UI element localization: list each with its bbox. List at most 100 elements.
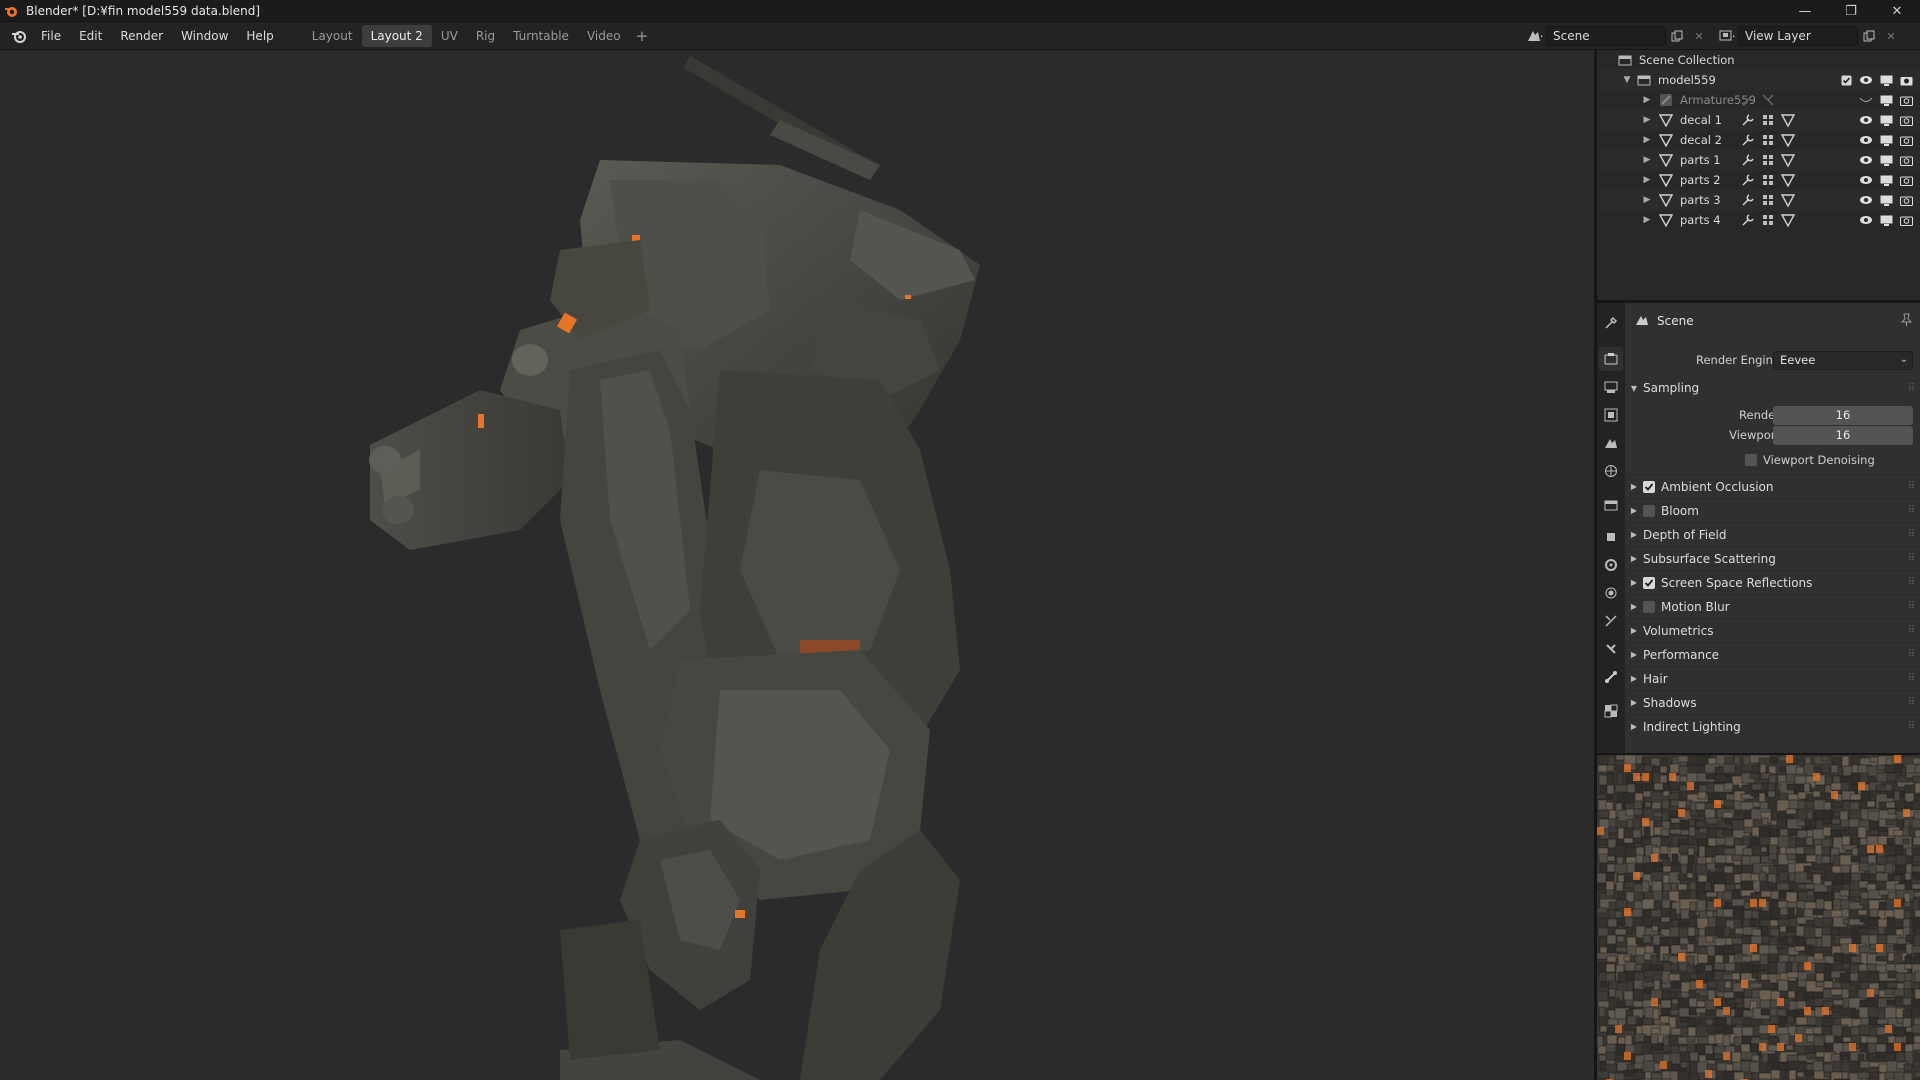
modifier-wrench-icon[interactable] [1739, 212, 1756, 228]
viewport-display-icon[interactable] [1878, 192, 1894, 208]
viewport-display-icon[interactable] [1878, 112, 1894, 128]
drag-grip-icon[interactable]: ⠿ [1908, 383, 1915, 394]
expand-row-icon[interactable]: ▶ [1642, 155, 1652, 165]
render-tab-icon[interactable] [1599, 347, 1623, 371]
outliner-item-row[interactable]: ▶ parts 4 [1597, 210, 1920, 230]
panel-header[interactable]: ▶ Bloom ⠿ [1625, 498, 1920, 522]
panel-enable-checkbox[interactable] [1643, 600, 1655, 613]
scene-collection-row[interactable]: Scene Collection [1597, 50, 1920, 70]
scene-tab-icon[interactable] [1599, 431, 1623, 455]
panel-header[interactable]: ▶ Depth of Field ⠿ [1625, 522, 1920, 546]
sampling-viewport-field[interactable]: 16 [1773, 425, 1913, 445]
drag-grip-icon[interactable]: ⠿ [1908, 529, 1915, 540]
view-layer-icon[interactable] [1716, 26, 1738, 46]
bone-tab-icon[interactable] [1599, 665, 1623, 689]
modifier-wrench-icon[interactable] [1739, 172, 1756, 188]
render-camera-icon[interactable] [1898, 132, 1914, 148]
delete-view-layer-icon[interactable]: ✕ [1880, 26, 1902, 46]
visibility-eye-icon[interactable] [1858, 212, 1874, 228]
visibility-eye-icon[interactable] [1858, 72, 1874, 88]
visibility-eye-icon[interactable] [1858, 132, 1874, 148]
tool-tab-icon[interactable] [1599, 311, 1623, 335]
close-button[interactable]: ✕ [1874, 0, 1920, 22]
menu-help[interactable]: Help [237, 25, 282, 47]
drag-grip-icon[interactable]: ⠿ [1908, 553, 1915, 564]
tab-video[interactable]: Video [578, 25, 630, 47]
render-camera-icon[interactable] [1898, 152, 1914, 168]
drag-grip-icon[interactable]: ⠿ [1908, 721, 1915, 732]
expand-row-icon[interactable]: ▶ [1642, 115, 1652, 125]
panel-enable-checkbox[interactable] [1643, 504, 1655, 517]
expand-row-icon[interactable]: ▶ [1642, 195, 1652, 205]
view-layer-field[interactable]: View Layer [1738, 26, 1858, 46]
modifier-wrench-icon[interactable] [1739, 112, 1756, 128]
mesh-data-icon[interactable] [1779, 152, 1796, 168]
new-view-layer-icon[interactable] [1858, 26, 1880, 46]
render-camera-icon[interactable] [1898, 212, 1914, 228]
drag-grip-icon[interactable]: ⠿ [1908, 673, 1915, 684]
menu-render[interactable]: Render [111, 25, 172, 47]
visibility-hidden-icon[interactable] [1858, 92, 1874, 108]
render-camera-icon[interactable] [1898, 172, 1914, 188]
material-slots-icon[interactable] [1759, 112, 1776, 128]
blender-menu-icon[interactable] [6, 25, 32, 47]
outliner-item-row[interactable]: ▶ parts 3 [1597, 190, 1920, 210]
mesh-data-icon[interactable] [1779, 172, 1796, 188]
render-engine-dropdown[interactable]: Eevee ⌄ [1773, 350, 1913, 370]
viewport-display-icon[interactable] [1878, 72, 1894, 88]
material-slots-icon[interactable] [1759, 172, 1776, 188]
panel-sampling-header[interactable]: ▼ Sampling ⠿ [1625, 376, 1920, 400]
mesh-data-icon[interactable] [1779, 132, 1796, 148]
new-scene-icon[interactable] [1666, 26, 1688, 46]
drag-grip-icon[interactable]: ⠿ [1908, 481, 1915, 492]
panel-header[interactable]: ▶ Indirect Lighting ⠿ [1625, 714, 1920, 738]
modifier-wrench-icon[interactable] [1739, 152, 1756, 168]
delete-scene-icon[interactable]: ✕ [1688, 26, 1710, 46]
panel-header[interactable]: ▶ Shadows ⠿ [1625, 690, 1920, 714]
viewport-display-icon[interactable] [1878, 172, 1894, 188]
material-slots-icon[interactable] [1759, 212, 1776, 228]
material-slots-icon[interactable] [1759, 192, 1776, 208]
drag-grip-icon[interactable]: ⠿ [1908, 649, 1915, 660]
maximize-button[interactable]: ❐ [1828, 0, 1874, 22]
render-camera-icon[interactable] [1898, 192, 1914, 208]
mesh-data-icon[interactable] [1779, 192, 1796, 208]
tab-turntable[interactable]: Turntable [504, 25, 578, 47]
render-camera-icon[interactable] [1898, 72, 1914, 88]
add-workspace-button[interactable]: + [630, 25, 655, 47]
menu-window[interactable]: Window [172, 25, 237, 47]
drag-grip-icon[interactable]: ⠿ [1908, 601, 1915, 612]
mesh-data-icon[interactable] [1779, 112, 1796, 128]
menu-file[interactable]: File [32, 25, 70, 47]
image-editor-texture-view[interactable] [1597, 755, 1920, 1080]
panel-header[interactable]: ▶ Subsurface Scattering ⠿ [1625, 546, 1920, 570]
expand-row-icon[interactable]: ▶ [1642, 215, 1652, 225]
visibility-eye-icon[interactable] [1858, 192, 1874, 208]
panel-enable-checkbox[interactable] [1643, 576, 1655, 589]
panel-enable-checkbox[interactable] [1643, 480, 1655, 493]
outliner-item-row[interactable]: ▶ decal 1 [1597, 110, 1920, 130]
panel-header[interactable]: ▶ Performance ⠿ [1625, 642, 1920, 666]
constraint-tab-icon[interactable] [1599, 609, 1623, 633]
sampling-render-field[interactable]: 16 [1773, 405, 1913, 425]
collection-tab-icon[interactable] [1599, 493, 1623, 517]
material-slots-icon[interactable] [1759, 132, 1776, 148]
collection-row-model559[interactable]: ▼ model559 [1597, 70, 1920, 90]
scene-icon[interactable] [1524, 26, 1546, 46]
outliner-item-row[interactable]: ▶ parts 2 [1597, 170, 1920, 190]
menu-edit[interactable]: Edit [70, 25, 111, 47]
pin-icon[interactable] [1900, 313, 1913, 330]
viewport-display-icon[interactable] [1878, 212, 1894, 228]
physics-tab-icon[interactable] [1599, 581, 1623, 605]
minimize-button[interactable]: — [1782, 0, 1828, 22]
drag-grip-icon[interactable]: ⠿ [1908, 505, 1915, 516]
panel-header[interactable]: ▶ Ambient Occlusion ⠿ [1625, 474, 1920, 498]
panel-header[interactable]: ▶ Motion Blur ⠿ [1625, 594, 1920, 618]
viewport-display-icon[interactable] [1878, 132, 1894, 148]
exclude-checkbox-icon[interactable] [1838, 72, 1854, 88]
visibility-eye-icon[interactable] [1858, 172, 1874, 188]
panel-header[interactable]: ▶ Volumetrics ⠿ [1625, 618, 1920, 642]
bone-data-icon[interactable] [1759, 92, 1776, 108]
data-tab-icon[interactable] [1599, 637, 1623, 661]
material-slots-icon[interactable] [1759, 152, 1776, 168]
